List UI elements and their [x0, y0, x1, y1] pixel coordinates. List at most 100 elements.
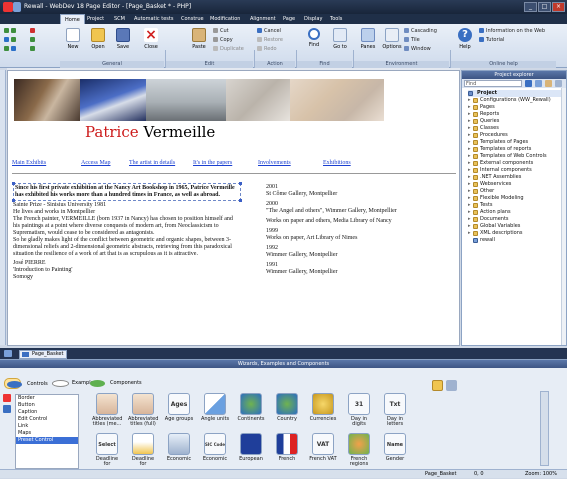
tab-automatic-tests[interactable]: Automatic tests	[130, 14, 177, 24]
layout-tool-2[interactable]	[4, 37, 18, 44]
tree-item[interactable]: ▸ Action plans	[468, 209, 566, 216]
panes-button[interactable]: Panes	[356, 28, 380, 50]
tile-age-groups[interactable]: Ages Age groups	[164, 393, 194, 422]
tile-french-regions[interactable]: French regions	[344, 433, 374, 467]
quick-access-icon[interactable]	[13, 2, 21, 12]
tile-currencies[interactable]: Currencies	[308, 393, 338, 422]
tree-item[interactable]: ▸ Templates of Pages	[468, 139, 566, 146]
tile-gender[interactable]: Name Gender	[380, 433, 410, 462]
layout-tool-1[interactable]	[4, 28, 18, 35]
tree-item[interactable]: ▸ Queries	[468, 118, 566, 125]
tab-home[interactable]: Home	[60, 14, 85, 24]
wizard-scrollbar[interactable]	[540, 391, 549, 466]
tree-item[interactable]: ▸ Tests	[468, 202, 566, 209]
tile-economic-sic[interactable]: SIC Code Economic	[200, 433, 230, 462]
tab-project[interactable]: Project	[83, 14, 108, 24]
tile-button[interactable]: Tile	[404, 37, 420, 44]
tab-examples[interactable]: Examples	[50, 378, 96, 389]
close-window-button[interactable]: ×	[552, 2, 565, 12]
tile-abbreviated-titles-full[interactable]: Abbreviated titles (full)	[128, 393, 158, 427]
tile-continents[interactable]: Continents	[236, 393, 266, 422]
tile-french-vat[interactable]: VAT French VAT	[308, 433, 338, 462]
intro-text-selected[interactable]: Since his first private exhibition at th…	[12, 182, 242, 202]
copy-button[interactable]: Copy	[213, 37, 233, 44]
tree-item[interactable]: ▸ Webservices	[468, 181, 566, 188]
nav-access-map[interactable]: Access Map	[81, 160, 111, 166]
close-button[interactable]: × Close	[139, 28, 163, 50]
cut-button[interactable]: Cut	[213, 28, 229, 35]
tab-scm[interactable]: SCM	[110, 14, 129, 24]
tree-item[interactable]: ▸ Other	[468, 188, 566, 195]
tab-construe[interactable]: Construe	[177, 14, 208, 24]
pin-icon[interactable]	[4, 350, 12, 357]
tree-item[interactable]: ▸ External components	[468, 160, 566, 167]
tree-root-project[interactable]: Project	[468, 90, 566, 97]
tree-item[interactable]: ▸ Internal components	[468, 167, 566, 174]
info-web-button[interactable]: Information on the Web	[479, 28, 545, 35]
open-button[interactable]: Open	[86, 28, 110, 50]
tutorial-button[interactable]: Tutorial	[479, 37, 504, 44]
tree-item[interactable]: ▸ Templates of reports	[468, 146, 566, 153]
window-button[interactable]: Window	[404, 46, 431, 53]
wizard-folder-icon[interactable]	[432, 380, 443, 391]
restore-button[interactable]: Restore	[257, 37, 283, 44]
options-button[interactable]: Options	[380, 28, 404, 50]
tab-page-basket[interactable]: Page_Basket	[19, 350, 67, 359]
tree-item[interactable]: ▸ Procedures	[468, 132, 566, 139]
help-button[interactable]: ? Help	[453, 28, 477, 50]
tree-item[interactable]: ▸ .NET Assemblies	[468, 174, 566, 181]
minimize-button[interactable]: _	[524, 2, 537, 12]
explorer-find-input[interactable]: Find	[464, 80, 522, 87]
wizard-side-icon[interactable]	[3, 394, 11, 402]
tree-item[interactable]: ▸ Reports	[468, 111, 566, 118]
tile-european[interactable]: European	[236, 433, 266, 462]
new-button[interactable]: New	[61, 28, 85, 50]
nav-main-exhibits[interactable]: Main Exhibits	[12, 160, 46, 166]
find-icon[interactable]	[525, 80, 532, 87]
tree-item[interactable]: ▸ XML descriptions	[468, 230, 566, 237]
tree-item[interactable]: ▸ Templates of Web Controls	[468, 153, 566, 160]
tile-french[interactable]: French	[272, 433, 302, 462]
explorer-scrollbar[interactable]	[561, 88, 566, 345]
tile-angle-units[interactable]: Angle units	[200, 393, 230, 422]
layout-tool-6[interactable]	[30, 46, 37, 53]
tile-day-in-digits[interactable]: 31 Day in digits	[344, 393, 374, 427]
layout-tool-3[interactable]	[4, 46, 18, 53]
wizard-settings-icon[interactable]	[446, 380, 457, 391]
list-item-selected[interactable]: Preset Control	[16, 437, 78, 444]
tab-display[interactable]: Display	[300, 14, 326, 24]
layout-tool-5[interactable]	[30, 37, 37, 44]
list-item[interactable]: Button	[16, 402, 78, 409]
redo-button[interactable]: Redo	[257, 46, 277, 53]
tile-deadline[interactable]: Deadline for	[128, 433, 158, 467]
left-toolbar[interactable]	[0, 70, 6, 345]
tree-item[interactable]: ▸ Configurations (WW_Rewall)	[468, 97, 566, 104]
tab-modification[interactable]: Modification	[206, 14, 244, 24]
tab-components[interactable]: Components	[88, 378, 142, 389]
find-button[interactable]: Find	[302, 28, 326, 48]
nav-in-the-papers[interactable]: It's in the papers	[193, 160, 232, 166]
list-item[interactable]: Link	[16, 423, 78, 430]
nav-exhibitions[interactable]: Exhibitions	[323, 160, 351, 166]
tab-alignment[interactable]: Alignment	[246, 14, 280, 24]
tile-day-in-letters[interactable]: Txt Day in letters	[380, 393, 410, 427]
list-item[interactable]: Maps	[16, 430, 78, 437]
tile-country[interactable]: Country	[272, 393, 302, 422]
more-icon[interactable]	[555, 80, 562, 87]
tree-item[interactable]: ▸ Classes	[468, 125, 566, 132]
cancel-button[interactable]: Cancel	[257, 28, 281, 35]
page-editor[interactable]: Patrice Vermeille Main Exhibits Access M…	[7, 70, 460, 346]
tab-controls[interactable]: Controls	[4, 378, 48, 389]
paste-button[interactable]: Paste	[187, 28, 211, 50]
goto-button[interactable]: Go to	[328, 28, 352, 50]
tree-item[interactable]: ▸ Documents	[468, 216, 566, 223]
tree-item[interactable]: ▸ Flexible Modeling	[468, 195, 566, 202]
options-icon[interactable]	[545, 80, 552, 87]
filter-icon[interactable]	[535, 80, 542, 87]
save-button[interactable]: Save	[111, 28, 135, 50]
duplicate-button[interactable]: Duplicate	[213, 46, 244, 53]
tile-economic[interactable]: Economic	[164, 433, 194, 462]
list-item[interactable]: Edit Control	[16, 416, 78, 423]
tile-deadline-select[interactable]: Select Deadline for	[92, 433, 122, 467]
nav-artist-details[interactable]: The artist in details	[129, 160, 175, 166]
